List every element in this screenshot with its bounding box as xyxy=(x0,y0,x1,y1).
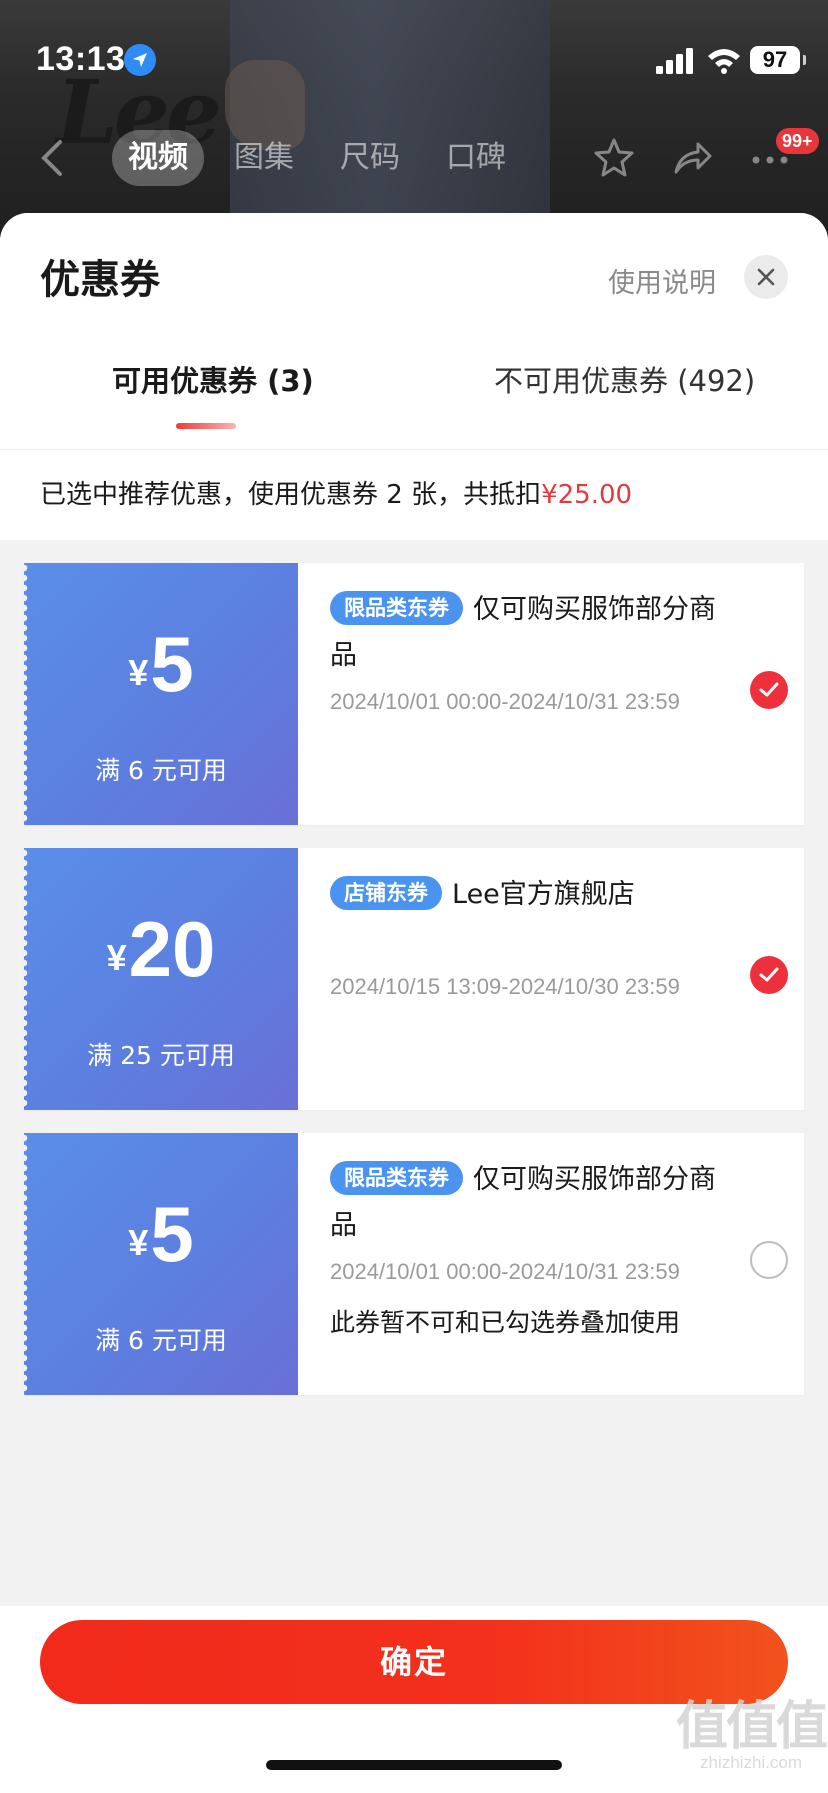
close-button[interactable] xyxy=(744,255,788,299)
coupon-card[interactable]: ¥20 满 25 元可用 店铺东券 Lee官方旗舰店 2024/10/15 13:… xyxy=(24,848,804,1110)
media-tab-video[interactable]: 视频 xyxy=(112,130,204,186)
coupon-details: 店铺东券 Lee官方旗舰店 2024/10/15 13:09-2024/10/30… xyxy=(298,848,804,1110)
coupon-condition: 满 25 元可用 xyxy=(87,1041,235,1070)
coupon-card[interactable]: ¥5 满 6 元可用 限品类东券 仅可购买服饰部分商品 2024/10/01 00… xyxy=(24,563,804,825)
active-tab-indicator xyxy=(176,423,236,429)
selection-summary: 已选中推荐优惠，使用优惠券 2 张，共抵扣¥25.00 xyxy=(0,450,828,540)
coupon-amount: 20 xyxy=(128,905,216,993)
battery-indicator: 97 xyxy=(750,46,806,74)
summary-text: 已选中推荐优惠，使用优惠券 2 张，共抵扣 xyxy=(40,480,542,510)
media-tab-reviews[interactable]: 口碑 xyxy=(430,130,522,186)
coupon-validity: 2024/10/15 13:09-2024/10/30 23:59 xyxy=(330,974,680,999)
status-time: 13:13 xyxy=(36,40,126,78)
coupon-amount: 5 xyxy=(150,1190,194,1278)
product-page-background: Lee 13:13 97 视频 图集 尺码 口碑 99+ xyxy=(0,0,828,240)
coupon-type-tag: 店铺东券 xyxy=(330,876,442,910)
currency-symbol: ¥ xyxy=(106,937,127,978)
home-indicator xyxy=(266,1760,562,1770)
confirm-button[interactable]: 确定 xyxy=(40,1620,788,1704)
back-arrow-icon[interactable] xyxy=(36,138,72,178)
coupon-stacking-note: 此券暂不可和已勾选券叠加使用 xyxy=(330,1308,681,1337)
star-favorite-icon[interactable] xyxy=(592,136,636,180)
close-icon xyxy=(757,268,775,286)
usage-instructions-link[interactable]: 使用说明 xyxy=(608,261,716,300)
coupon-value-panel: ¥5 满 6 元可用 xyxy=(24,1133,298,1395)
coupon-type-tag: 限品类东券 xyxy=(330,1161,463,1195)
coupon-heading: 限品类东券 仅可购买服饰部分商品 xyxy=(330,1157,740,1249)
share-icon[interactable] xyxy=(670,136,714,180)
coupon-card[interactable]: ¥5 满 6 元可用 限品类东券 仅可购买服饰部分商品 2024/10/01 00… xyxy=(24,1133,804,1395)
currency-symbol: ¥ xyxy=(128,652,149,693)
location-arrow-icon xyxy=(124,44,156,76)
media-tabs: 视频 图集 尺码 口碑 xyxy=(112,130,522,186)
coupon-checkbox-checked[interactable] xyxy=(750,956,788,994)
coupon-condition: 满 6 元可用 xyxy=(95,756,227,785)
coupon-type-tag: 限品类东券 xyxy=(330,591,463,625)
sheet-header: 优惠券 使用说明 可用优惠券 (3) 不可用优惠券 (492) xyxy=(0,213,828,450)
coupon-validity: 2024/10/01 00:00-2024/10/31 23:59 xyxy=(330,1259,680,1284)
coupon-value-panel: ¥5 满 6 元可用 xyxy=(24,563,298,825)
coupon-value: ¥20 xyxy=(24,904,298,995)
coupon-value: ¥5 xyxy=(24,619,298,710)
coupon-validity: 2024/10/01 00:00-2024/10/31 23:59 xyxy=(330,689,680,714)
coupon-sheet: 优惠券 使用说明 可用优惠券 (3) 不可用优惠券 (492) 已选中推荐优惠，… xyxy=(0,213,828,1793)
tab-available-coupons[interactable]: 可用优惠券 (3) xyxy=(112,351,314,411)
checkmark-icon xyxy=(759,682,779,697)
watermark: 值值值 zhizhizhi.com xyxy=(676,1697,828,1773)
cellular-signal-icon xyxy=(656,48,693,74)
sheet-title: 优惠券 xyxy=(40,257,160,303)
summary-amount: ¥25.00 xyxy=(541,480,633,510)
tab-unavailable-coupons[interactable]: 不可用优惠券 (492) xyxy=(494,351,755,411)
coupon-details: 限品类东券 仅可购买服饰部分商品 2024/10/01 00:00-2024/10… xyxy=(298,1133,804,1395)
coupon-tabs: 可用优惠券 (3) 不可用优惠券 (492) xyxy=(0,351,828,431)
coupon-condition: 满 6 元可用 xyxy=(95,1326,227,1355)
media-tab-size[interactable]: 尺码 xyxy=(324,130,416,186)
coupon-heading: 限品类东券 仅可购买服饰部分商品 xyxy=(330,587,740,679)
coupon-heading: 店铺东券 Lee官方旗舰店 xyxy=(330,872,740,918)
wifi-icon xyxy=(708,49,740,74)
notification-badge: 99+ xyxy=(776,128,819,154)
coupon-details: 限品类东券 仅可购买服饰部分商品 2024/10/01 00:00-2024/10… xyxy=(298,563,804,825)
coupon-description: Lee官方旗舰店 xyxy=(452,879,635,910)
coupon-list: ¥5 满 6 元可用 限品类东券 仅可购买服饰部分商品 2024/10/01 00… xyxy=(0,540,828,1395)
watermark-logo: 值值值 xyxy=(676,1697,828,1757)
coupon-value-panel: ¥20 满 25 元可用 xyxy=(24,848,298,1110)
coupon-value: ¥5 xyxy=(24,1189,298,1280)
currency-symbol: ¥ xyxy=(128,1222,149,1263)
checkmark-icon xyxy=(759,967,779,982)
media-tab-gallery[interactable]: 图集 xyxy=(218,130,310,186)
coupon-amount: 5 xyxy=(150,620,194,708)
coupon-checkbox-unchecked[interactable] xyxy=(750,1241,788,1279)
coupon-checkbox-checked[interactable] xyxy=(750,671,788,709)
status-bar: 13:13 97 xyxy=(0,0,828,120)
